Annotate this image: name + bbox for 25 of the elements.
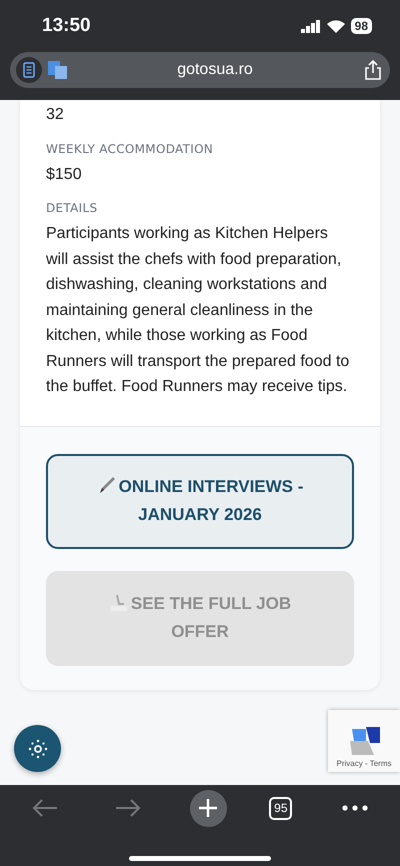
forward-arrow-icon [114,799,141,817]
reader-icon[interactable] [16,57,42,83]
wifi-icon [326,20,345,32]
field-label: WEEKLY ACCOMMODATION [46,142,214,156]
seat-icon [108,592,129,612]
plus-icon [198,798,218,818]
back-arrow-icon [32,799,58,817]
field-value: Participants working as Kitchen Helpers will assist the chefs with food preparation, dishwashing, cleaning workstations and maintaining general cleanliness in the kitchen, while those working as Food Runners will transport the prepared food to the buffet. Food Runners may receive tips. [46,224,350,397]
address-bar[interactable]: gotosua.ro [10,52,390,88]
tab-count-button[interactable]: 95 [269,796,292,820]
battery-level: 98 [350,18,372,34]
new-tab-button[interactable] [190,790,227,826]
accessibility-button[interactable] [14,725,61,772]
field-label: DETAILS [46,201,98,215]
share-icon[interactable] [362,59,384,81]
signal-icon [300,20,321,32]
sun-icon [28,738,48,758]
field-value: 32 [46,105,65,125]
url-text: gotosua.ro [176,61,254,79]
status-time: 13:50 [42,15,91,37]
more-icon [342,805,368,811]
field-value: $150 [46,164,83,184]
interviews-button[interactable]: ONLINE INTERVIEWS - JANUARY 2026 [46,454,354,548]
translate-icon[interactable] [48,60,68,80]
privacy-terms-links[interactable]: Privacy - Terms [336,759,392,768]
